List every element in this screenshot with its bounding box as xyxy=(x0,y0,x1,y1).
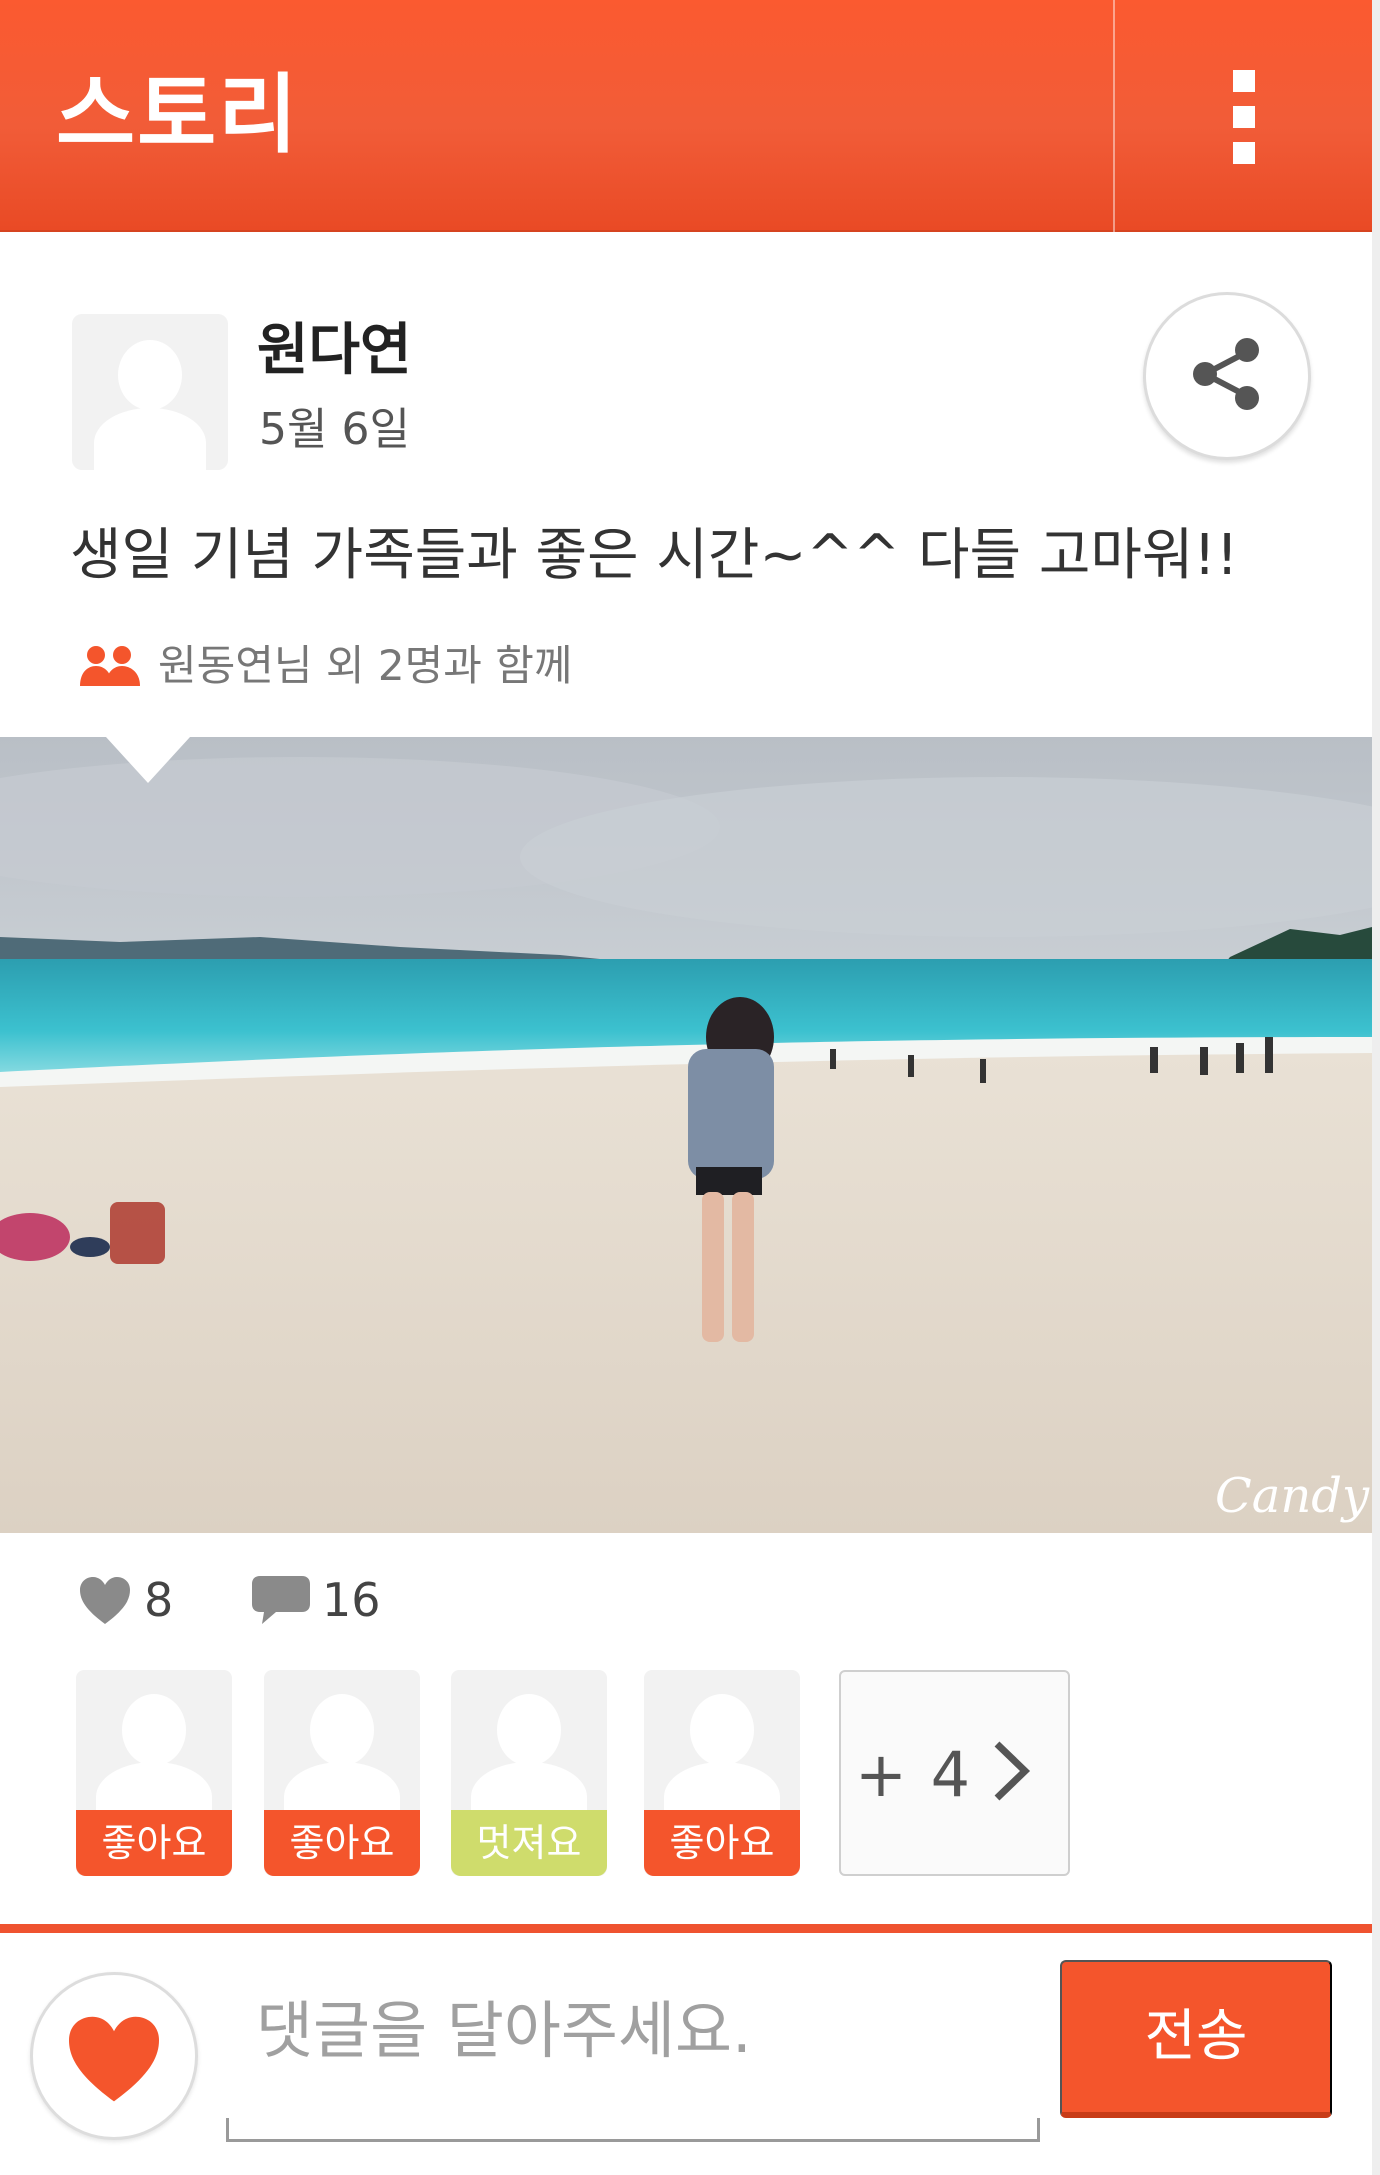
heart-icon xyxy=(69,2016,159,2102)
more-reactions-button[interactable]: + 4 xyxy=(839,1670,1070,1876)
beach-photo-image: Candy xyxy=(0,737,1372,1533)
reactor-2[interactable]: 좋아요 xyxy=(264,1670,420,1876)
people-icon xyxy=(80,646,140,686)
author-avatar[interactable] xyxy=(72,314,228,470)
reactor-4[interactable]: 좋아요 xyxy=(644,1670,800,1876)
more-menu-button[interactable] xyxy=(1115,0,1372,232)
post-text: 생일 기념 가족들과 좋은 시간~^^ 다들 고마워!! xyxy=(70,523,1239,588)
likes-stat[interactable]: 8 xyxy=(78,1568,198,1632)
share-button[interactable] xyxy=(1143,292,1311,460)
photo-pointer xyxy=(106,737,190,783)
comments-stat[interactable]: 16 xyxy=(250,1568,390,1632)
post-photo[interactable]: Candy xyxy=(0,737,1372,1533)
like-toggle-button[interactable] xyxy=(30,1972,198,2140)
app-bar: 스토리 xyxy=(0,0,1372,232)
author-name[interactable]: 원다연 xyxy=(257,316,412,386)
app-title: 스토리 xyxy=(56,65,300,165)
post-date: 5월 6일 xyxy=(259,404,410,455)
chevron-right-icon xyxy=(994,1741,1031,1801)
tagged-text: 원동연님 외 2명과 함께 xyxy=(158,641,573,690)
heart-icon xyxy=(80,1577,130,1624)
photo-watermark: Candy xyxy=(1215,1468,1370,1524)
comments-count: 16 xyxy=(322,1573,381,1627)
reactor-3[interactable]: 멋져요 xyxy=(451,1670,607,1876)
reaction-badge: 좋아요 xyxy=(264,1810,420,1876)
comment-input-underline xyxy=(226,2118,1040,2142)
share-icon xyxy=(1193,338,1259,410)
reactor-1[interactable]: 좋아요 xyxy=(76,1670,232,1876)
more-reactions-count: + 4 xyxy=(855,1738,973,1811)
reaction-badge: 좋아요 xyxy=(644,1810,800,1876)
comment-bubble-icon xyxy=(252,1576,310,1624)
likes-count: 8 xyxy=(144,1573,174,1627)
comment-input[interactable] xyxy=(226,1970,1040,2090)
reaction-badge: 멋져요 xyxy=(451,1810,607,1876)
reaction-badge: 좋아요 xyxy=(76,1810,232,1876)
scroll-rail xyxy=(1372,0,1380,2175)
comment-bar-divider xyxy=(0,1924,1372,1933)
send-button[interactable]: 전송 xyxy=(1060,1960,1332,2118)
